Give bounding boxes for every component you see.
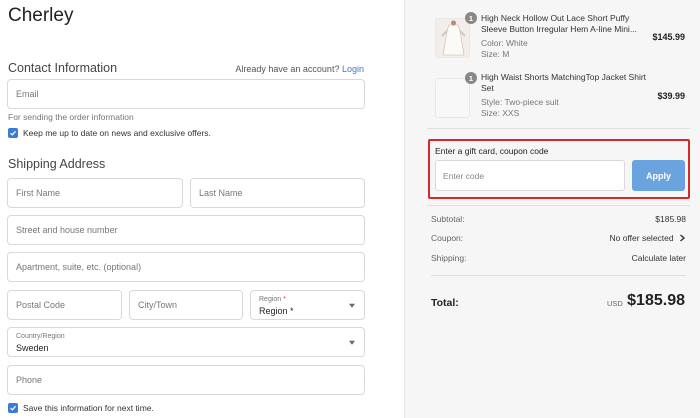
apartment-input[interactable]: Apartment, suite, etc. (optional) bbox=[7, 252, 365, 282]
first-name-input[interactable]: First Name bbox=[7, 178, 183, 208]
last-name-placeholder: Last Name bbox=[199, 188, 243, 198]
region-select[interactable]: Region * Region * bbox=[250, 290, 365, 320]
item-name[interactable]: High Neck Hollow Out Lace Short Puffy Sl… bbox=[481, 13, 651, 35]
newsletter-checkbox[interactable] bbox=[8, 128, 18, 138]
coupon-label: Coupon: bbox=[431, 233, 464, 243]
chevron-down-icon bbox=[349, 303, 355, 308]
item-variant: Color: White Size: M bbox=[481, 38, 528, 59]
newsletter-label: Keep me up to date on news and exclusive… bbox=[23, 128, 211, 138]
total-label: Total: bbox=[431, 297, 459, 309]
apartment-placeholder: Apartment, suite, etc. (optional) bbox=[16, 262, 142, 272]
coupon-title: Enter a gift card, coupon code bbox=[435, 146, 549, 156]
divider bbox=[427, 205, 690, 206]
check-icon bbox=[10, 130, 17, 136]
divider bbox=[431, 275, 686, 276]
phone-placeholder: Phone bbox=[16, 375, 43, 385]
item-quantity-badge: 1 bbox=[465, 72, 477, 84]
country-value: Sweden bbox=[16, 343, 49, 353]
shipping-value: Calculate later bbox=[631, 253, 686, 263]
item-price: $39.99 bbox=[657, 91, 685, 101]
item-price: $145.99 bbox=[652, 32, 685, 42]
phone-input[interactable]: Phone bbox=[7, 365, 365, 395]
product-image-set bbox=[435, 78, 470, 118]
country-select[interactable]: Country/Region Sweden bbox=[7, 327, 365, 357]
city-placeholder: City/Town bbox=[138, 300, 178, 310]
store-logo[interactable]: Cherley bbox=[8, 5, 73, 27]
email-hint: For sending the order information bbox=[8, 112, 134, 122]
email-input[interactable]: Email bbox=[7, 79, 365, 109]
total-value: $185.98 bbox=[627, 292, 685, 309]
street-placeholder: Street and house number bbox=[16, 225, 118, 235]
chevron-down-icon bbox=[349, 340, 355, 345]
coupon-code-input[interactable]: Enter code bbox=[435, 160, 625, 191]
postal-code-placeholder: Postal Code bbox=[16, 300, 66, 310]
save-info-checkbox-row[interactable]: Save this information for next time. bbox=[8, 403, 154, 413]
street-input[interactable]: Street and house number bbox=[7, 215, 365, 245]
shipping-section-title: Shipping Address bbox=[8, 157, 106, 171]
login-prompt: Already have an account? Login bbox=[235, 64, 364, 74]
last-name-input[interactable]: Last Name bbox=[190, 178, 365, 208]
newsletter-checkbox-row[interactable]: Keep me up to date on news and exclusive… bbox=[8, 128, 211, 138]
item-quantity-badge: 1 bbox=[465, 12, 477, 24]
city-input[interactable]: City/Town bbox=[129, 290, 243, 320]
dress-icon bbox=[436, 19, 469, 57]
login-prompt-text: Already have an account? bbox=[235, 64, 340, 74]
check-icon bbox=[10, 405, 17, 411]
divider bbox=[427, 128, 690, 129]
item-variant: Style: Two-piece suit Size: XXS bbox=[481, 97, 559, 118]
region-value: Region * bbox=[259, 306, 294, 316]
subtotal-label: Subtotal: bbox=[431, 214, 465, 224]
coupon-code-placeholder: Enter code bbox=[443, 170, 485, 181]
coupon-section: Enter a gift card, coupon code Enter cod… bbox=[428, 139, 690, 199]
order-summary-panel: 1 High Neck Hollow Out Lace Short Puffy … bbox=[404, 0, 700, 418]
login-link[interactable]: Login bbox=[342, 64, 364, 74]
postal-code-input[interactable]: Postal Code bbox=[7, 290, 122, 320]
subtotal-value: $185.98 bbox=[655, 214, 686, 224]
product-image-dress bbox=[435, 18, 470, 58]
contact-section-title: Contact Information bbox=[8, 61, 118, 75]
country-label: Country/Region bbox=[16, 333, 65, 340]
coupon-value: No offer selected bbox=[609, 233, 674, 243]
region-label: Region * bbox=[259, 296, 286, 303]
coupon-select[interactable]: No offer selected bbox=[610, 233, 686, 243]
first-name-placeholder: First Name bbox=[16, 188, 61, 198]
item-name[interactable]: High Waist Shorts MatchingTop Jacket Shi… bbox=[481, 72, 651, 94]
email-placeholder: Email bbox=[16, 89, 39, 99]
save-info-checkbox[interactable] bbox=[8, 403, 18, 413]
save-info-label: Save this information for next time. bbox=[23, 403, 154, 413]
apply-coupon-button[interactable]: Apply bbox=[632, 160, 685, 191]
shipping-label: Shipping: bbox=[431, 253, 467, 263]
total-currency: USD bbox=[607, 299, 623, 308]
checkout-form-panel: Cherley Contact Information Already have… bbox=[0, 0, 404, 418]
chevron-right-icon bbox=[680, 234, 686, 242]
